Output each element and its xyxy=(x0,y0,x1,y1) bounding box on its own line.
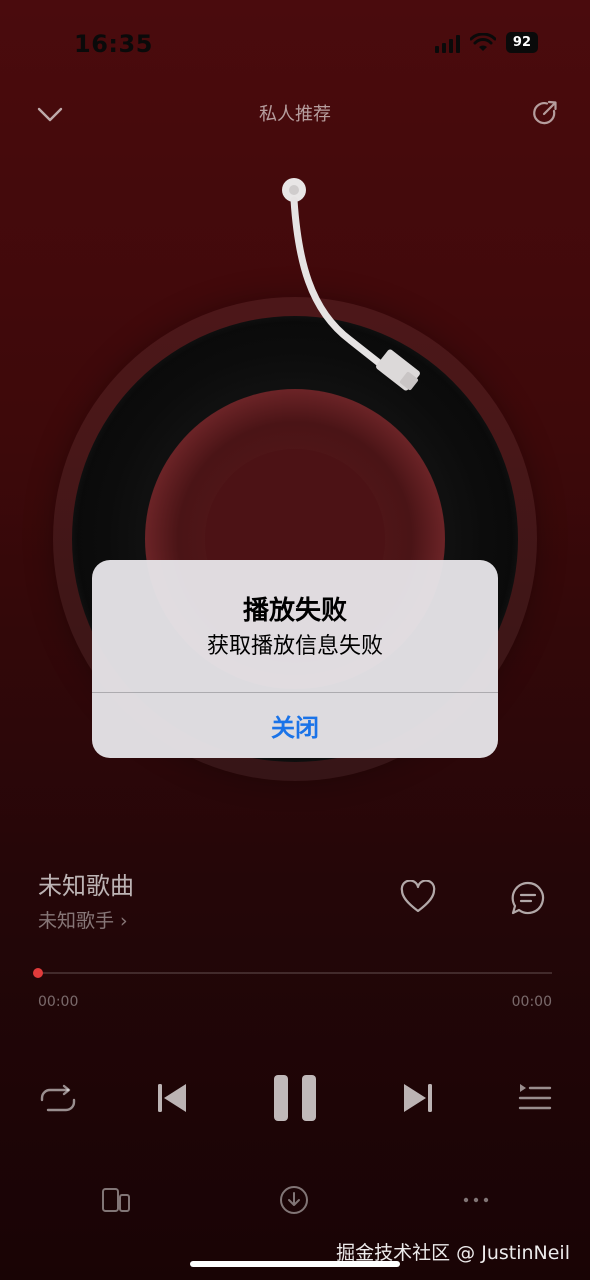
tonearm-icon xyxy=(282,178,420,391)
total-time: 00:00 xyxy=(511,994,552,1010)
progress-bar[interactable] xyxy=(38,972,552,974)
progress-thumb[interactable] xyxy=(33,968,43,978)
alert-message: 获取播放信息失败 xyxy=(206,634,383,659)
alert-title: 播放失败 xyxy=(242,596,347,626)
page-title: 私人推荐 xyxy=(259,104,331,125)
error-alert-dialog: 播放失败 获取播放信息失败 关闭 xyxy=(92,560,498,758)
artist-link[interactable]: 未知歌手 › xyxy=(38,906,128,933)
home-indicator[interactable] xyxy=(190,1261,400,1267)
share-icon[interactable] xyxy=(530,98,560,128)
previous-track-icon[interactable] xyxy=(152,1078,192,1118)
current-time: 00:00 xyxy=(38,994,79,1010)
status-time: 16:35 xyxy=(74,30,153,58)
comment-icon[interactable] xyxy=(510,880,546,916)
next-track-icon[interactable] xyxy=(398,1078,438,1118)
more-icon[interactable] xyxy=(460,1184,492,1216)
playlist-icon[interactable] xyxy=(514,1080,554,1116)
cellular-signal-icon xyxy=(434,33,460,53)
pause-icon[interactable] xyxy=(270,1072,320,1124)
battery-icon: 92 xyxy=(505,32,538,53)
device-icon[interactable] xyxy=(100,1184,132,1216)
heart-icon[interactable] xyxy=(400,880,436,916)
song-title: 未知歌曲 xyxy=(38,872,134,900)
wifi-icon xyxy=(469,32,496,51)
download-icon[interactable] xyxy=(278,1184,310,1216)
status-icons: 92 xyxy=(434,32,538,53)
close-button[interactable]: 关闭 xyxy=(92,693,498,758)
repeat-icon[interactable] xyxy=(38,1080,78,1120)
